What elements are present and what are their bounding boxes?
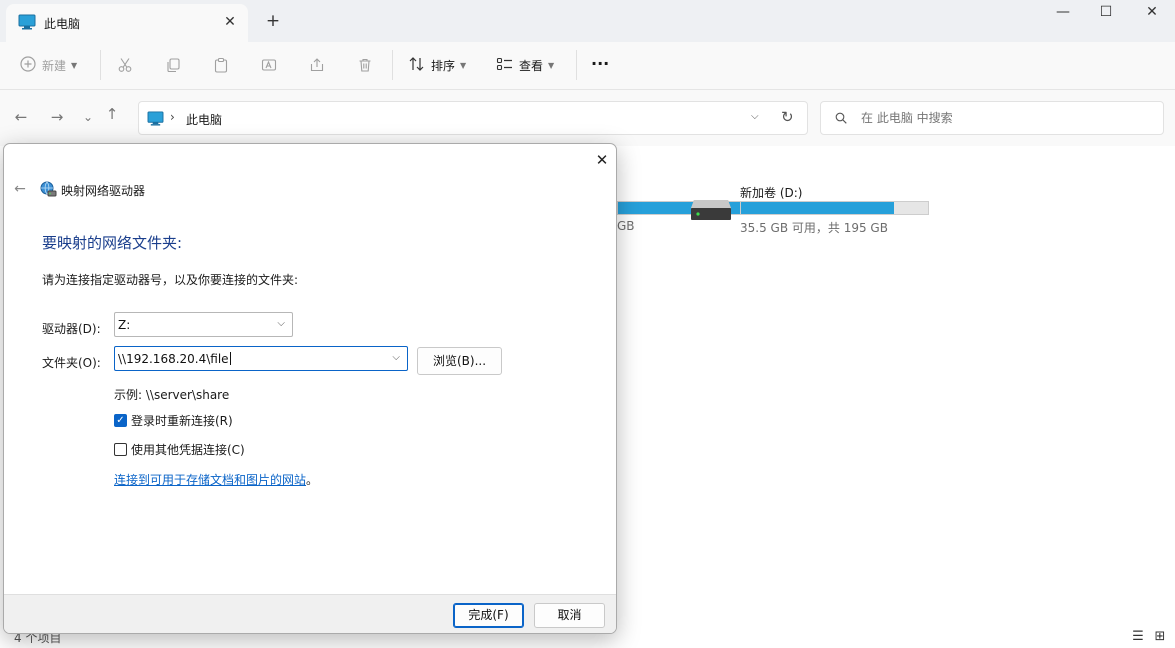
chevron-down-icon: ▼ <box>460 60 467 70</box>
forward-arrow-icon[interactable]: → <box>46 106 68 128</box>
new-button-label: 新建 <box>42 58 67 73</box>
reconnect-checkbox[interactable]: ✓ <box>114 414 127 427</box>
map-network-drive-dialog: ✕ ← 映射网络驱动器 要映射的网络文件夹: 请为连接指定驱动器号，以及你要连接… <box>3 143 617 634</box>
website-link-row: 连接到可用于存储文档和图片的网站。 <box>114 471 318 488</box>
breadcrumb-this-pc[interactable]: 此电脑 <box>186 111 222 128</box>
monitor-icon <box>18 14 36 33</box>
drive-space-info: GB <box>617 219 635 233</box>
minimize-icon[interactable]: — <box>1040 0 1086 26</box>
cut-icon[interactable] <box>117 52 133 78</box>
folder-path-text-wrap: \\192.168.20.4\file <box>118 352 231 366</box>
search-icon <box>835 112 847 127</box>
chevron-down-icon: ▼ <box>71 60 78 70</box>
close-icon[interactable]: ✕ <box>590 148 614 172</box>
more-options-icon[interactable]: ··· <box>591 50 609 76</box>
chevron-down-icon: ⌵ <box>277 318 285 329</box>
toolbar-divider <box>392 50 393 80</box>
tab-this-pc[interactable]: 此电脑 ✕ <box>6 4 248 42</box>
breadcrumb-separator-icon[interactable]: › <box>170 110 175 124</box>
view-list-icon <box>496 56 513 75</box>
view-button-label: 查看 <box>519 58 544 73</box>
close-tab-icon[interactable]: ✕ <box>220 12 240 32</box>
up-arrow-icon[interactable]: ↑ <box>101 103 123 125</box>
hard-drive-icon <box>690 194 732 225</box>
maximize-icon[interactable]: ☐ <box>1083 0 1129 26</box>
back-arrow-icon[interactable]: ← <box>10 106 32 128</box>
share-icon[interactable] <box>309 52 325 78</box>
search-box[interactable] <box>820 101 1164 135</box>
example-path: 示例: \\server\share <box>114 388 230 402</box>
toolbar-divider <box>576 50 577 80</box>
title-bar: 此电脑 ✕ + — ☐ ✕ <box>0 0 1175 42</box>
drive-usage-bar <box>740 201 929 215</box>
dialog-footer: 完成(F) 取消 <box>4 594 616 633</box>
rename-icon[interactable] <box>261 52 277 78</box>
chevron-down-icon[interactable]: ⌵ <box>392 352 400 363</box>
drive-letter-select[interactable]: Z: ⌵ <box>114 312 293 337</box>
drive-letter-value: Z: <box>118 318 131 332</box>
paste-icon[interactable] <box>213 52 229 78</box>
toolbar-divider <box>100 50 101 80</box>
sort-button[interactable]: 排序 ▼ <box>408 52 466 78</box>
drive-name: 新加卷 (D:) <box>740 186 803 200</box>
network-drive-icon <box>39 181 57 201</box>
new-button[interactable]: 新建 ▼ <box>20 52 77 78</box>
recent-locations-icon[interactable]: ⌄ <box>77 106 99 128</box>
delete-icon[interactable] <box>357 52 373 78</box>
folder-label: 文件夹(O): <box>42 356 101 370</box>
close-window-icon[interactable]: ✕ <box>1129 0 1175 26</box>
text-cursor <box>229 352 231 365</box>
other-credentials-label: 使用其他凭据连接(C) <box>131 443 245 457</box>
browse-button[interactable]: 浏览(B)... <box>417 347 502 375</box>
chevron-down-icon: ▼ <box>548 60 555 70</box>
link-period: 。 <box>306 473 319 487</box>
cancel-button[interactable]: 取消 <box>534 603 605 628</box>
search-input[interactable] <box>861 103 1151 133</box>
back-arrow-icon[interactable]: ← <box>10 179 30 199</box>
connect-website-link[interactable]: 连接到可用于存储文档和图片的网站 <box>114 473 306 487</box>
folder-path-input[interactable]: \\192.168.20.4\file ⌵ <box>114 346 408 371</box>
dialog-heading: 要映射的网络文件夹: <box>42 234 183 252</box>
drive-space-info: 35.5 GB 可用，共 195 GB <box>740 221 888 235</box>
finish-button[interactable]: 完成(F) <box>453 603 524 628</box>
other-credentials-checkbox[interactable] <box>114 443 127 456</box>
new-tab-icon[interactable]: + <box>262 10 284 32</box>
reconnect-label: 登录时重新连接(R) <box>131 414 233 428</box>
dialog-title: 映射网络驱动器 <box>61 184 146 198</box>
plus-circle-icon <box>20 55 36 75</box>
address-bar[interactable]: › 此电脑 ⌵ ↻ <box>138 101 808 135</box>
details-view-icon[interactable]: ☰ <box>1129 628 1147 646</box>
sort-button-label: 排序 <box>431 58 456 73</box>
other-credentials-checkbox-row[interactable]: 使用其他凭据连接(C) <box>114 441 245 458</box>
sort-icon <box>408 56 425 75</box>
refresh-icon[interactable]: ↻ <box>781 108 794 126</box>
navigation-bar: ← → ⌄ ↑ › 此电脑 ⌵ ↻ <box>0 90 1175 146</box>
folder-path-value: \\192.168.20.4\file <box>118 352 229 366</box>
copy-icon[interactable] <box>165 52 181 78</box>
address-dropdown-icon[interactable]: ⌵ <box>751 111 759 122</box>
reconnect-checkbox-row[interactable]: ✓ 登录时重新连接(R) <box>114 412 233 429</box>
monitor-icon <box>147 111 164 129</box>
view-button[interactable]: 查看 ▼ <box>496 52 554 78</box>
drive-letter-label: 驱动器(D): <box>42 322 101 336</box>
command-bar: 新建 ▼ 排序 ▼ 查看 ▼ ··· <box>0 42 1175 90</box>
dialog-description: 请为连接指定驱动器号，以及你要连接的文件夹: <box>42 273 299 287</box>
drive-usage-fill <box>741 202 895 214</box>
tiles-view-icon[interactable]: ⊞ <box>1151 628 1169 646</box>
tab-title: 此电脑 <box>44 17 81 31</box>
